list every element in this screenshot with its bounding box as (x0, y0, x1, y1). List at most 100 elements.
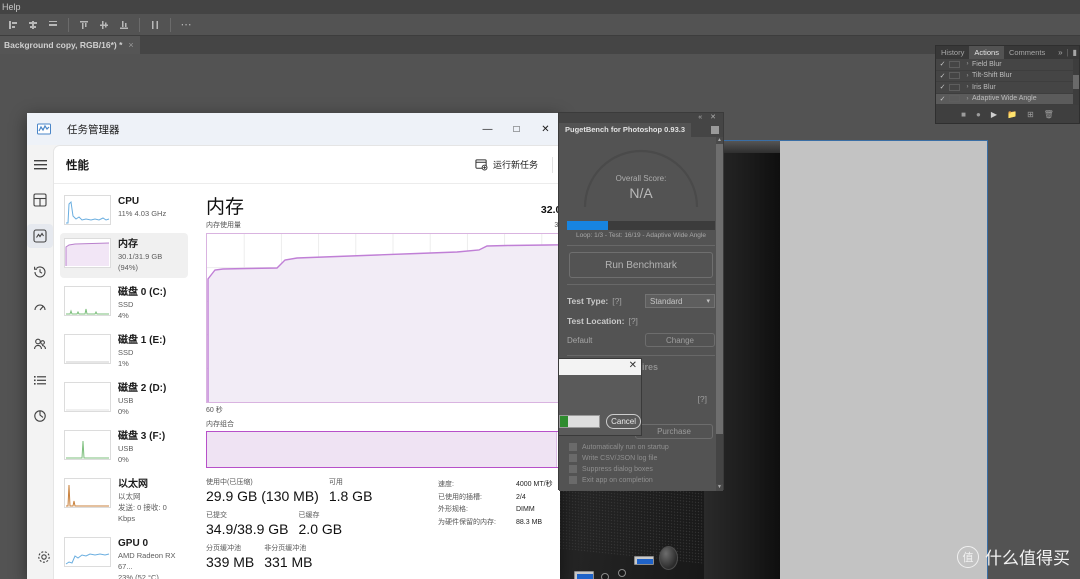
resource-item-disk0[interactable]: 磁盘 0 (C:) SSD 4% (60, 281, 188, 326)
sidebar-item-services[interactable] (27, 404, 53, 428)
resource-item-disk1[interactable]: 磁盘 1 (E:) SSD 1% (60, 329, 188, 374)
tab-history[interactable]: History (936, 46, 969, 59)
minimize-button[interactable]: — (473, 113, 502, 145)
test-type-select[interactable]: Standard ▾ (645, 294, 715, 308)
scroll-up-icon[interactable]: ▲ (716, 137, 723, 144)
resource-item-cpu[interactable]: CPU 11% 4.03 GHz (60, 190, 188, 230)
task-manager-titlebar[interactable]: 任务管理器 — □ ✕ (27, 113, 560, 145)
change-location-button[interactable]: Change (645, 333, 715, 347)
run-new-task-button[interactable]: 运行新任务 (469, 154, 544, 175)
actions-panel[interactable]: History Actions Comments » | ▮ ✓ › Field… (935, 45, 1080, 124)
action-row-selected[interactable]: ✓ › Adaptive Wide Angle (936, 93, 1079, 105)
resource-item-memory[interactable]: 内存 30.1/31.9 GB (94%) (60, 233, 188, 278)
delete-icon[interactable]: 🗑 (1044, 110, 1054, 119)
sidebar-item-startup-apps[interactable] (27, 296, 53, 320)
automation-help-icon[interactable]: [?] (698, 394, 707, 404)
test-type-field[interactable]: Test Type: [?] Standard ▾ (567, 291, 715, 311)
task-manager-window[interactable]: 任务管理器 — □ ✕ 性能 运行新任务 CPU 11% 4.03 GHz 内存… (27, 113, 560, 579)
scrollbar-thumb[interactable] (1073, 75, 1079, 89)
menu-help[interactable]: Help (2, 2, 21, 12)
sidebar-item-app-history[interactable] (27, 260, 53, 284)
action-row[interactable]: ✓ › Iris Blur (936, 82, 1079, 94)
chevron-right-icon[interactable]: › (963, 61, 972, 67)
test-type-help-icon[interactable]: [?] (612, 296, 621, 306)
sidebar-item-performance[interactable] (27, 224, 53, 248)
align-center-icon[interactable] (24, 16, 42, 34)
checkbox-run-on-startup[interactable]: Automatically run on startup (569, 443, 723, 451)
photoshop-options-bar[interactable]: ⋯ (0, 14, 1080, 36)
test-location-row[interactable]: Default Change (567, 331, 715, 349)
distribute-middle-icon[interactable] (95, 16, 113, 34)
document-tab[interactable]: Background copy, RGB/16*) * × (0, 36, 140, 54)
checkbox-icon[interactable] (569, 454, 577, 462)
checkbox-icon[interactable] (569, 443, 577, 451)
window-controls[interactable]: — □ ✕ (473, 113, 560, 145)
close-icon[interactable]: ✕ (710, 114, 719, 121)
run-benchmark-button[interactable]: Run Benchmark (569, 252, 713, 278)
sidebar-item-settings[interactable] (31, 545, 57, 569)
checkbox-write-log[interactable]: Write CSV/JSON log file (569, 454, 723, 462)
panel-menu-icon[interactable]: ▮ (1073, 48, 1077, 57)
checkbox-icon[interactable] (569, 465, 577, 473)
test-location-help-icon[interactable]: [?] (628, 316, 637, 326)
check-icon[interactable]: ✓ (936, 95, 949, 103)
purchase-button[interactable]: Purchase (635, 424, 713, 439)
actions-panel-tabs[interactable]: History Actions Comments » | ▮ (936, 46, 1079, 59)
progress-dialog-titlebar[interactable]: ✕ (559, 359, 641, 375)
dialog-toggle-icon[interactable] (949, 83, 960, 91)
new-action-icon[interactable]: ⊞ (1027, 110, 1034, 119)
align-left-icon[interactable] (4, 16, 22, 34)
distribute-vertical-icon[interactable] (146, 16, 164, 34)
dialog-toggle-icon[interactable] (949, 60, 960, 68)
dialog-toggle-icon[interactable] (949, 95, 960, 103)
tab-actions[interactable]: Actions (969, 46, 1004, 59)
more-options-icon[interactable]: ⋯ (177, 16, 195, 34)
check-icon[interactable]: ✓ (936, 83, 949, 91)
pugetbench-titlebar[interactable]: « ✕ (559, 113, 723, 123)
sidebar-item-users[interactable] (27, 332, 53, 356)
automation-options[interactable]: Automatically run on startup Write CSV/J… (559, 443, 723, 487)
close-button[interactable]: ✕ (531, 113, 560, 145)
tab-comments[interactable]: Comments (1004, 46, 1050, 59)
pugetbench-body[interactable]: Overall Score: N/A Loop: 1/3 - Test: 16/… (559, 137, 723, 491)
collapse-icon[interactable]: « (698, 114, 705, 121)
align-right-icon[interactable] (44, 16, 62, 34)
distribute-top-icon[interactable] (75, 16, 93, 34)
sidebar-item-processes[interactable] (27, 188, 53, 212)
checkbox-suppress-dialogs[interactable]: Suppress dialog boxes (569, 465, 723, 473)
header-actions[interactable]: 运行新任务 ⋯ (469, 154, 560, 175)
close-icon[interactable]: ✕ (629, 360, 637, 371)
resource-item-gpu0[interactable]: GPU 0 AMD Radeon RX 67... 23% (52 °C) (60, 532, 188, 579)
scroll-down-icon[interactable]: ▼ (716, 484, 723, 491)
scrollbar-thumb[interactable] (716, 144, 723, 434)
new-set-icon[interactable]: 📁 (1007, 110, 1017, 119)
chevron-right-icon[interactable]: › (963, 73, 972, 79)
maximize-button[interactable]: □ (502, 113, 531, 145)
chevron-right-icon[interactable]: › (963, 84, 972, 90)
resource-item-disk2[interactable]: 磁盘 2 (D:) USB 0% (60, 377, 188, 422)
chevron-expand-icon[interactable]: » (1058, 48, 1062, 57)
play-icon[interactable]: ▶ (991, 110, 997, 119)
check-icon[interactable]: ✓ (936, 72, 949, 80)
action-row[interactable]: ✓ › Tilt-Shift Blur (936, 71, 1079, 82)
hamburger-icon[interactable] (27, 152, 53, 176)
actions-scrollbar[interactable] (1073, 59, 1079, 105)
resource-item-disk3[interactable]: 磁盘 3 (F:) USB 0% (60, 425, 188, 470)
cancel-button[interactable]: Cancel (606, 414, 641, 429)
panel-menu-icon[interactable] (711, 126, 719, 134)
progress-dialog[interactable]: ✕ Cancel (558, 358, 642, 436)
sidebar-item-details[interactable] (27, 368, 53, 392)
chevron-down-icon[interactable]: ▾ (706, 297, 710, 305)
photoshop-menubar[interactable]: Help (0, 0, 1080, 14)
dialog-toggle-icon[interactable] (949, 72, 960, 80)
resource-item-ethernet[interactable]: 以太网 以太网 发送: 0 接收: 0 Kbps (60, 473, 188, 529)
stop-icon[interactable]: ■ (961, 110, 966, 119)
actions-footer[interactable]: ■ ● ▶ 📁 ⊞ 🗑 (936, 105, 1079, 123)
distribute-bottom-icon[interactable] (115, 16, 133, 34)
checkbox-icon[interactable] (569, 476, 577, 484)
check-icon[interactable]: ✓ (936, 60, 949, 68)
resource-list[interactable]: CPU 11% 4.03 GHz 内存 30.1/31.9 GB (94%) 磁… (54, 184, 192, 579)
checkbox-exit-on-completion[interactable]: Exit app on completion (569, 476, 723, 484)
pugetbench-tabrow[interactable]: PugetBench for Photoshop 0.93.3 (559, 123, 723, 137)
task-manager-rail[interactable] (27, 145, 53, 579)
